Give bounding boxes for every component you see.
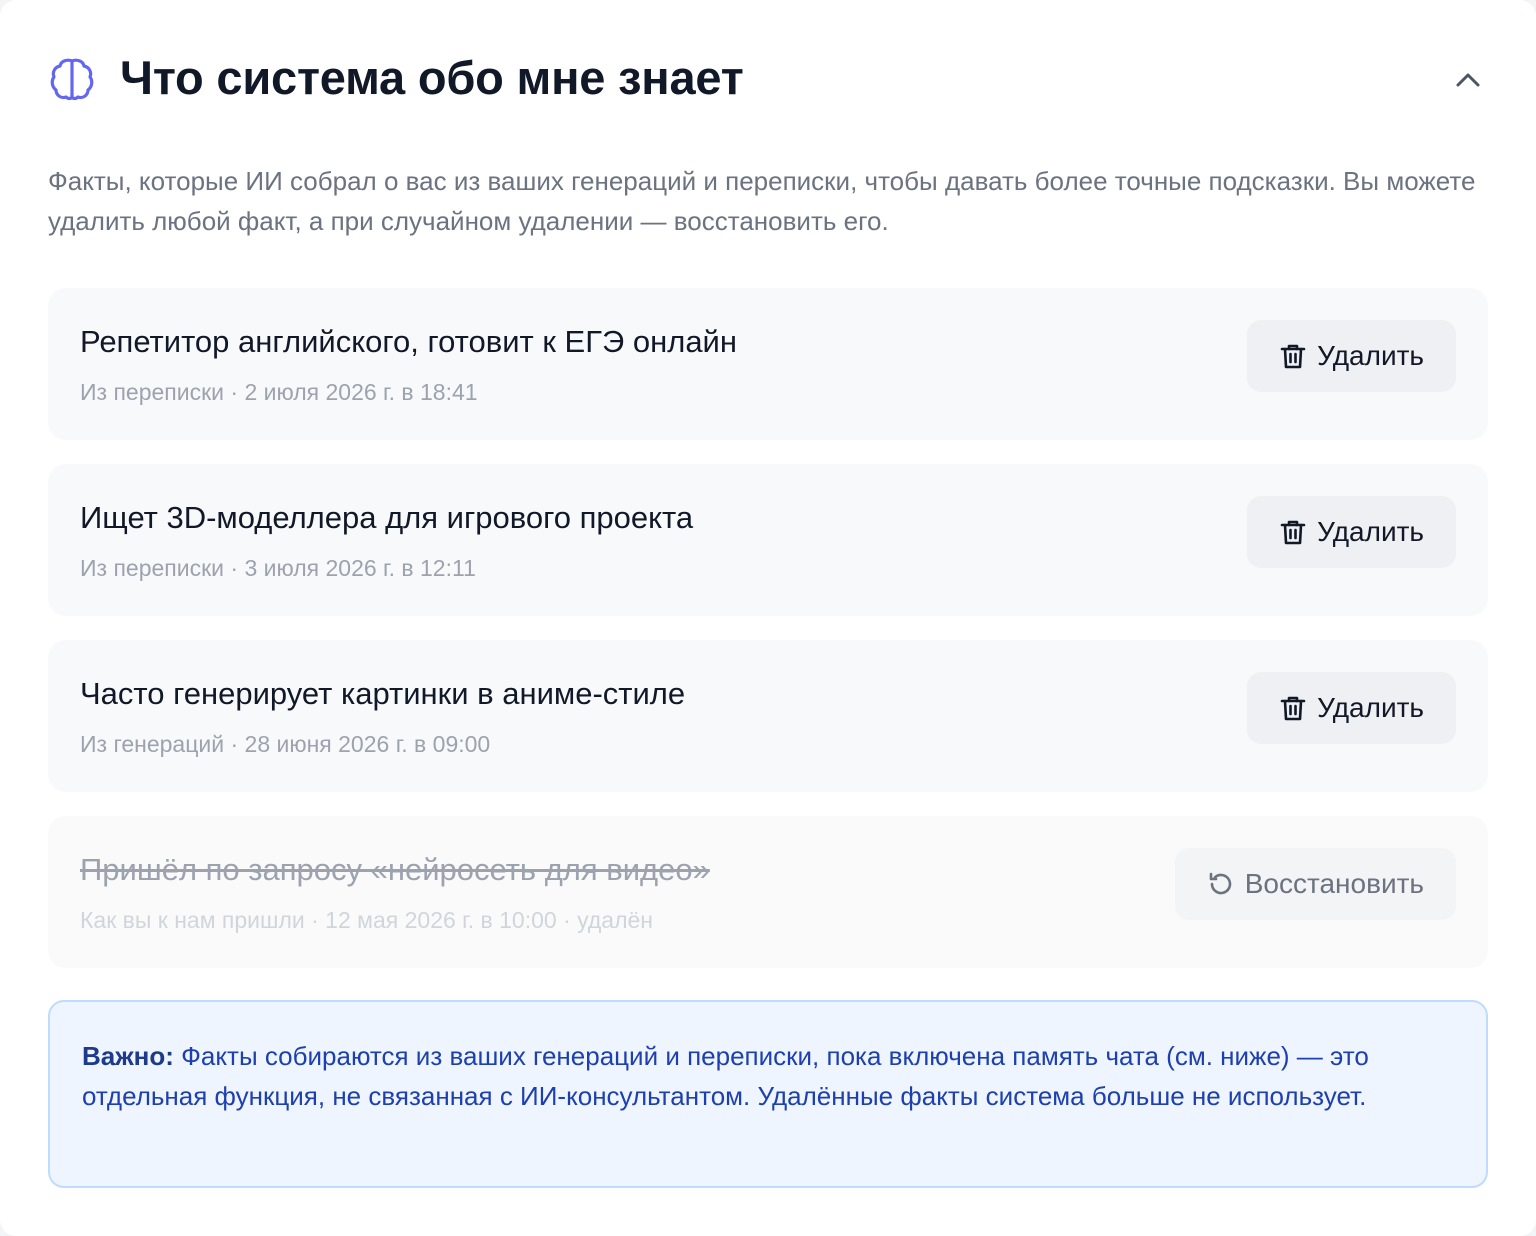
restore-button-label: Восстановить [1244,868,1424,899]
important-notice: Важно: Факты собираются из ваших генерац… [48,1000,1488,1188]
section-title: Что система обо мне знает [120,51,744,104]
section-header[interactable]: Что система обо мне знает [48,0,1488,156]
memory-facts-card: Что система обо мне знает Факты, которые… [0,0,1536,1236]
fact-item: Часто генерирует картинки в аниме-стиле … [48,640,1488,792]
delete-fact-button[interactable]: Удалить [1247,320,1456,392]
trash-icon [1279,694,1307,722]
delete-fact-button[interactable]: Удалить [1247,672,1456,744]
fact-meta: Как вы к нам пришли · 12 мая 2026 г. в 1… [80,907,653,933]
notice-label: Важно: [82,1041,174,1071]
fact-item: Репетитор английского, готовит к ЕГЭ онл… [48,288,1488,440]
facts-list: Репетитор английского, готовит к ЕГЭ онл… [48,288,1488,992]
notice-text: Факты собираются из ваших генераций и пе… [82,1041,1369,1111]
restore-fact-button[interactable]: Восстановить [1174,848,1456,920]
brain-icon [48,55,96,103]
trash-icon [1279,342,1307,370]
fact-text: Ищет 3D-моделлера для игрового проекта [80,500,694,535]
restore-icon [1207,870,1235,898]
delete-fact-button[interactable]: Удалить [1247,496,1456,568]
fact-meta: Из переписки · 3 июля 2026 г. в 12:11 [80,555,476,581]
fact-text: Пришёл по запросу «нейросеть для видео» [80,852,710,887]
section-description: Факты, которые ИИ собрал о вас из ваших … [48,166,1476,236]
collapse-button[interactable] [1444,56,1492,104]
fact-text: Часто генерирует картинки в аниме-стиле [80,676,686,711]
delete-button-label: Удалить [1317,692,1424,723]
fact-item-deleted: Пришёл по запросу «нейросеть для видео» … [48,816,1488,968]
fact-item: Ищет 3D-моделлера для игрового проекта И… [48,464,1488,616]
fact-text: Репетитор английского, готовит к ЕГЭ онл… [80,324,737,359]
delete-button-label: Удалить [1317,516,1424,547]
trash-icon [1279,518,1307,546]
fact-meta: Из переписки · 2 июля 2026 г. в 18:41 [80,379,478,405]
fact-meta: Из генераций · 28 июня 2026 г. в 09:00 [80,731,491,757]
chevron-up-icon [1456,73,1480,87]
delete-button-label: Удалить [1317,340,1424,371]
